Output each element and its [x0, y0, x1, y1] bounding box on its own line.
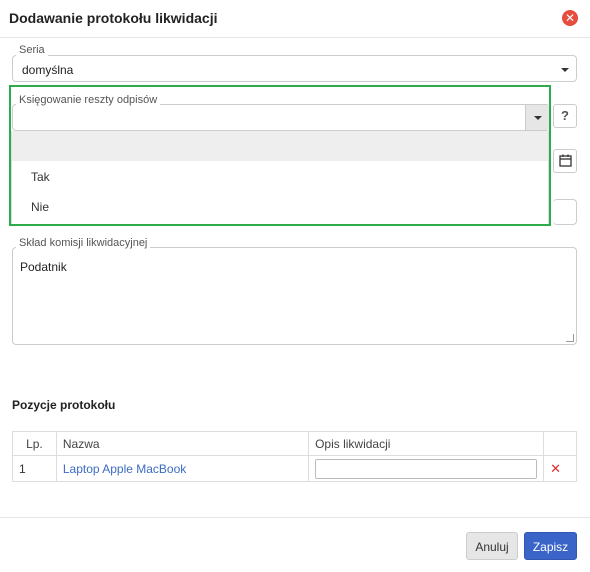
cancel-button[interactable]: Anuluj: [466, 532, 518, 560]
table-header-row: Lp. Nazwa Opis likwidacji: [12, 431, 577, 456]
row-nazwa-link[interactable]: Laptop Apple MacBook: [63, 462, 186, 476]
sklad-textarea[interactable]: Podatnik: [12, 247, 577, 345]
col-nazwa: Nazwa: [55, 431, 310, 456]
delete-icon[interactable]: ✕: [543, 455, 577, 482]
calendar-icon: [559, 154, 572, 167]
resize-handle-icon[interactable]: [566, 334, 574, 342]
sklad-label: Skład komisji likwidacyjnej: [16, 237, 151, 249]
positions-table: Lp. Nazwa Opis likwidacji 1 Laptop Apple…: [12, 431, 577, 482]
dialog-header: Dodawanie protokołu likwidacji ✕: [0, 0, 590, 38]
dialog-title: Dodawanie protokołu likwidacji: [9, 10, 218, 26]
help-button[interactable]: ?: [553, 104, 577, 128]
table-row: 1 Laptop Apple MacBook ✕: [12, 455, 577, 482]
calendar-button[interactable]: [553, 149, 577, 173]
col-opis: Opis likwidacji: [308, 431, 545, 456]
close-icon[interactable]: ✕: [562, 10, 578, 26]
sklad-value: Podatnik: [20, 260, 67, 274]
highlight-frame: [9, 85, 551, 226]
chevron-down-icon: [561, 68, 569, 72]
section-title: Pozycje protokołu: [12, 398, 116, 412]
seria-value: domyślna: [22, 63, 74, 77]
seria-select[interactable]: domyślna: [12, 55, 577, 82]
col-actions: [543, 431, 577, 456]
hidden-text-field[interactable]: [553, 199, 577, 225]
opis-input[interactable]: [315, 458, 538, 479]
row-lp: 1: [12, 455, 57, 482]
seria-label: Seria: [16, 44, 48, 56]
save-button[interactable]: Zapisz: [524, 532, 577, 560]
col-lp: Lp.: [12, 431, 57, 456]
